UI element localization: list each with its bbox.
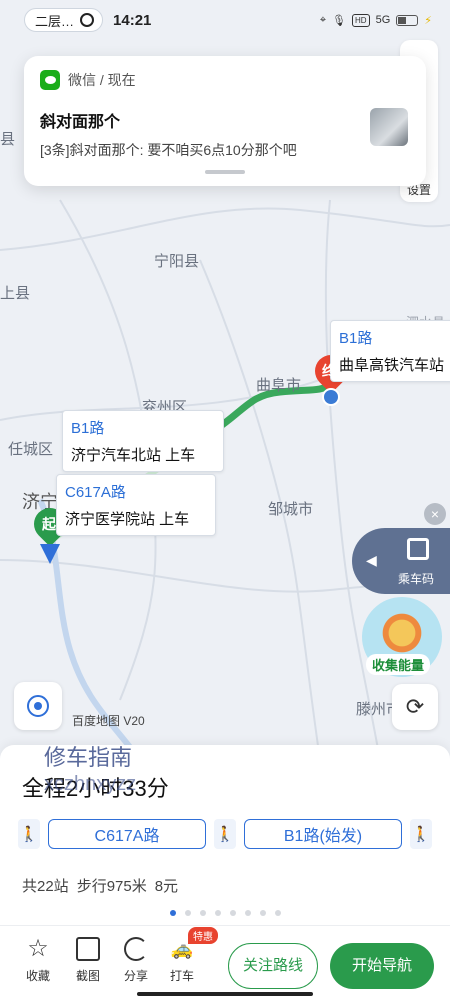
qr-code-icon <box>407 538 429 560</box>
chevron-left-icon: ◀ <box>366 552 377 568</box>
route-stop-name: 曲阜高铁汽车站 <box>339 357 445 374</box>
page-dot <box>244 910 251 916</box>
status-bar: 二层… 14:21 ⌖ 🎙 HD 5G ⚡ <box>0 0 450 40</box>
walk-icon: 🚶 <box>410 819 432 849</box>
screenshot-button[interactable]: 截图 <box>68 937 108 984</box>
place-label: 邹城市 <box>268 501 314 518</box>
notification-avatar <box>370 108 408 146</box>
refresh-button[interactable]: ⟳ <box>392 684 438 730</box>
place-label: 曲阜市 <box>256 377 302 394</box>
route-label-end[interactable]: B1路 曲阜高铁汽车站 <box>330 320 450 382</box>
place-label: 宁阳县 <box>154 253 200 270</box>
close-icon[interactable]: × <box>424 503 446 525</box>
end-pin-label: 终 <box>322 363 336 379</box>
start-pin-label: 起 <box>42 516 56 532</box>
collect-energy-label: 收集能量 <box>366 654 431 675</box>
stat-fare: 8元 <box>154 878 179 895</box>
route-line-name: B1路 <box>339 330 373 347</box>
status-pill-text: 二层… <box>35 13 75 29</box>
stat-stops: 共22站 <box>22 878 69 895</box>
route-legs[interactable]: 🚶 C617A路 🚶 B1路(始发) 🚶 <box>18 819 432 849</box>
route-line-name: C617A路 <box>65 484 126 501</box>
route-stop-name: 济宁医学院站 上车 <box>65 511 190 528</box>
route-label-start[interactable]: C617A路 济宁医学院站 上车 <box>56 474 216 536</box>
hd-badge: HD <box>352 13 370 27</box>
start-navigation-button[interactable]: 开始导航 <box>330 943 434 989</box>
place-label: 任城区 <box>8 441 54 458</box>
page-dot <box>214 910 221 916</box>
stat-walk: 步行975米 <box>76 878 147 895</box>
wechat-notification[interactable]: 微信 / 现在 斜对面那个 [3条]斜对面那个: 要不咱买6点10分那个吧 <box>24 56 426 186</box>
mic-icon: 🎙 <box>332 14 347 27</box>
page-dot <box>184 910 191 916</box>
page-dot <box>229 910 236 916</box>
bus-leg-c617a[interactable]: C617A路 <box>48 819 206 849</box>
favorite-label: 收藏 <box>25 969 50 983</box>
route-panel[interactable]: 修车指南 xczhnxyzz 全程2小时33分 🚶 C617A路 🚶 B1路(始… <box>0 745 450 1000</box>
place-label: 上县 <box>0 285 31 302</box>
page-dot <box>259 910 266 916</box>
locate-button[interactable] <box>14 682 62 730</box>
page-dot <box>274 910 281 916</box>
ride-code-label: 乘车码 <box>398 572 435 586</box>
signal-label: 5G <box>375 14 391 26</box>
route-line-name: B1路 <box>71 420 105 437</box>
watermark: 修车指南 xczhnxyzz <box>44 745 136 797</box>
notification-title: 斜对面那个 <box>40 114 121 131</box>
wechat-icon <box>40 70 60 90</box>
follow-route-button[interactable]: 关注路线 <box>228 943 318 989</box>
battery-icon <box>396 14 419 26</box>
notification-app-label: 微信 / 现在 <box>68 72 136 88</box>
taxi-button[interactable]: 🚕 打车 <box>162 937 202 984</box>
walk-icon: 🚶 <box>18 819 40 849</box>
route-stats: 共22站 步行975米 8元 <box>22 875 178 896</box>
favorite-button[interactable]: ☆ 收藏 <box>18 937 58 984</box>
page-dot <box>199 910 206 916</box>
route-label-transfer[interactable]: B1路 济宁汽车北站 上车 <box>62 410 224 472</box>
walk-icon: 🚶 <box>214 819 236 849</box>
map-logo: 百度地图 V20 <box>72 714 145 728</box>
share-icon <box>124 937 148 961</box>
screenshot-label: 截图 <box>75 969 100 983</box>
page-dot <box>169 910 176 916</box>
promo-badge: 特惠 <box>188 927 218 944</box>
page-indicator <box>0 910 450 916</box>
share-button[interactable]: 分享 <box>116 937 156 984</box>
star-icon: ☆ <box>27 935 49 962</box>
taxi-label: 打车 <box>169 969 194 983</box>
bus-leg-b1[interactable]: B1路(始发) <box>244 819 402 849</box>
image-icon <box>76 937 100 961</box>
charging-icon: ⚡ <box>424 14 432 27</box>
share-label: 分享 <box>123 969 148 983</box>
collect-energy-button[interactable]: 收集能量 <box>362 597 444 679</box>
headphone-icon <box>80 13 95 27</box>
status-time: 14:21 <box>113 11 152 29</box>
walk-point-icon <box>322 388 340 406</box>
location-icon: ⌖ <box>319 13 327 26</box>
watermark-line-2: xczhnxyzz <box>44 773 137 795</box>
place-label: 县 <box>0 131 16 148</box>
divider <box>0 925 450 926</box>
current-location-arrow-icon <box>40 544 60 564</box>
ride-code-button[interactable]: ◀ 乘车码 <box>352 528 450 594</box>
notification-handle[interactable] <box>205 170 245 174</box>
status-pill[interactable]: 二层… <box>24 8 104 32</box>
home-indicator[interactable] <box>137 992 313 996</box>
route-stop-name: 济宁汽车北站 上车 <box>71 447 196 464</box>
notification-body: [3条]斜对面那个: 要不咱买6点10分那个吧 <box>40 142 297 158</box>
watermark-line-1: 修车指南 <box>44 745 133 770</box>
